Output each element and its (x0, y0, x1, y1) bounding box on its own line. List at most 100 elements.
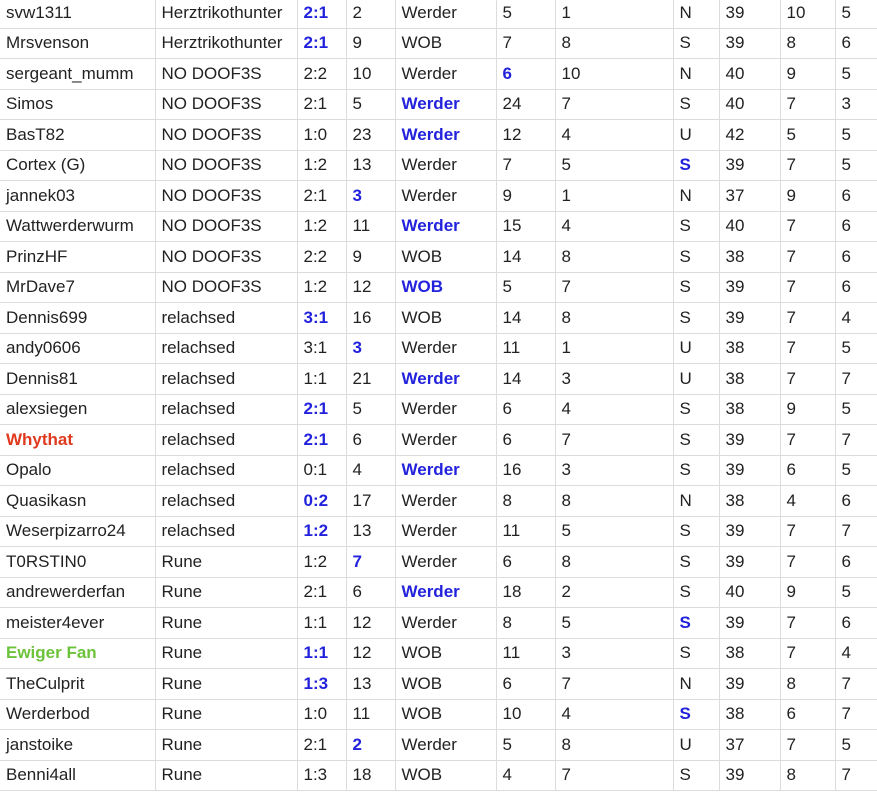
score-tip-cell: 0:1 (296, 454, 347, 486)
team-name-cell: NO DOOF3S (154, 149, 298, 181)
value-c-cell: 40 (718, 58, 781, 90)
value-c-cell: 39 (718, 271, 781, 303)
value-c-cell: 39 (718, 302, 781, 334)
club-cell: Werder (394, 119, 497, 151)
value-b-cell: 4 (554, 210, 674, 242)
value-d-cell: 7 (779, 607, 836, 639)
value-e-cell: 7 (834, 424, 877, 456)
value-a-cell: 14 (495, 363, 556, 395)
value-a-cell: 24 (495, 88, 556, 120)
value-c-cell: 39 (718, 424, 781, 456)
value-e-cell: 7 (834, 515, 877, 547)
user-name-cell: Dennis699 (0, 302, 156, 334)
value-b-cell: 4 (554, 119, 674, 151)
team-name-cell: Rune (154, 668, 298, 700)
table-row: Ewiger Fan Rune 1:1 12 WOB 11 3 S 38 7 4 (0, 637, 877, 669)
user-name-cell: andy0606 (0, 332, 156, 364)
points-cell: 3 (345, 180, 396, 212)
value-a-cell: 10 (495, 698, 556, 730)
value-c-cell: 39 (718, 546, 781, 578)
value-b-cell: 7 (554, 668, 674, 700)
letter-cell: U (672, 119, 720, 151)
value-b-cell: 10 (554, 58, 674, 90)
table-row: Werderbod Rune 1:0 11 WOB 10 4 S 38 6 7 (0, 698, 877, 730)
results-table-body: svw1311 Herztrikothunter 2:1 2 Werder 5 1 N 39 10… (0, 0, 877, 791)
letter-cell: N (672, 668, 720, 700)
club-cell: Werder (394, 424, 497, 456)
user-name-cell: svw1311 (0, 0, 156, 29)
value-c-cell: 40 (718, 88, 781, 120)
score-tip-cell: 2:2 (296, 58, 347, 90)
value-b-cell: 1 (554, 0, 674, 29)
table-row: sergeant_mumm NO DOOF3S 2:2 10 Werder 6 10 N 40 9… (0, 58, 877, 90)
points-cell: 10 (345, 58, 396, 90)
club-cell: Werder (394, 363, 497, 395)
team-name-cell: NO DOOF3S (154, 58, 298, 90)
value-b-cell: 3 (554, 637, 674, 669)
value-a-cell: 18 (495, 576, 556, 608)
club-cell: WOB (394, 759, 497, 791)
letter-cell: U (672, 729, 720, 761)
value-d-cell: 5 (779, 119, 836, 151)
club-cell: Werder (394, 607, 497, 639)
value-c-cell: 38 (718, 241, 781, 273)
value-b-cell: 8 (554, 485, 674, 517)
table-row: Simos NO DOOF3S 2:1 5 Werder 24 7 S 40 7 3 (0, 88, 877, 120)
club-cell: WOB (394, 698, 497, 730)
results-table-container: svw1311 Herztrikothunter 2:1 2 Werder 5 1 N 39 10… (0, 0, 877, 800)
table-row: Benni4all Rune 1:3 18 WOB 4 7 S 39 8 7 (0, 759, 877, 791)
club-cell: Werder (394, 393, 497, 425)
value-c-cell: 37 (718, 180, 781, 212)
value-e-cell: 6 (834, 607, 877, 639)
letter-cell: N (672, 180, 720, 212)
letter-cell: S (672, 515, 720, 547)
value-b-cell: 4 (554, 393, 674, 425)
value-d-cell: 7 (779, 88, 836, 120)
team-name-cell: Rune (154, 698, 298, 730)
value-e-cell: 6 (834, 271, 877, 303)
score-tip-cell: 1:2 (296, 210, 347, 242)
letter-cell: U (672, 332, 720, 364)
letter-cell: S (672, 576, 720, 608)
points-cell: 23 (345, 119, 396, 151)
value-b-cell: 5 (554, 515, 674, 547)
value-d-cell: 7 (779, 210, 836, 242)
points-cell: 5 (345, 88, 396, 120)
letter-cell: S (672, 698, 720, 730)
letter-cell: S (672, 607, 720, 639)
letter-cell: S (672, 271, 720, 303)
club-cell: WOB (394, 271, 497, 303)
value-e-cell: 7 (834, 668, 877, 700)
score-tip-cell: 2:1 (296, 729, 347, 761)
value-a-cell: 5 (495, 271, 556, 303)
value-e-cell: 6 (834, 485, 877, 517)
user-name-cell: PrinzHF (0, 241, 156, 273)
value-b-cell: 8 (554, 241, 674, 273)
points-cell: 5 (345, 393, 396, 425)
team-name-cell: relachsed (154, 393, 298, 425)
user-name-cell: Cortex (G) (0, 149, 156, 181)
value-a-cell: 4 (495, 759, 556, 791)
user-name-cell: meister4ever (0, 607, 156, 639)
letter-cell: S (672, 27, 720, 59)
value-e-cell: 7 (834, 363, 877, 395)
user-name-cell: T0RSTIN0 (0, 546, 156, 578)
club-cell: Werder (394, 58, 497, 90)
value-d-cell: 7 (779, 729, 836, 761)
value-d-cell: 9 (779, 393, 836, 425)
value-a-cell: 9 (495, 180, 556, 212)
score-tip-cell: 1:0 (296, 698, 347, 730)
letter-cell: S (672, 546, 720, 578)
team-name-cell: relachsed (154, 454, 298, 486)
value-d-cell: 8 (779, 759, 836, 791)
table-row: Dennis699 relachsed 3:1 16 WOB 14 8 S 39 7 4 (0, 302, 877, 334)
value-c-cell: 39 (718, 149, 781, 181)
user-name-cell: janstoike (0, 729, 156, 761)
value-e-cell: 7 (834, 698, 877, 730)
club-cell: Werder (394, 210, 497, 242)
user-name-cell: Wattwerderwurm (0, 210, 156, 242)
team-name-cell: Rune (154, 607, 298, 639)
score-tip-cell: 2:1 (296, 27, 347, 59)
value-c-cell: 39 (718, 0, 781, 29)
points-cell: 16 (345, 302, 396, 334)
